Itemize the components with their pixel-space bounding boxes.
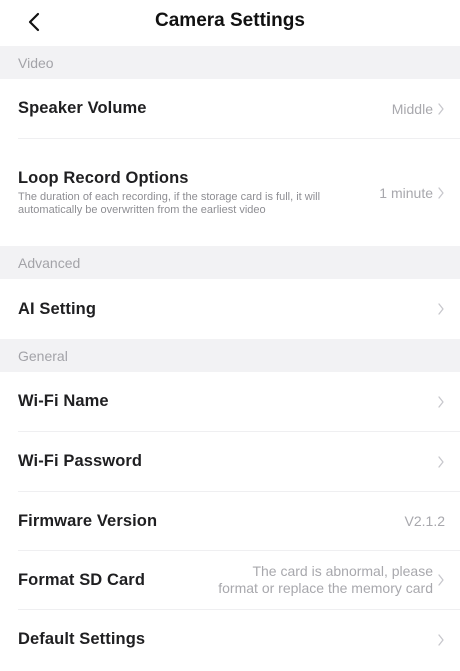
loop-record-label: Loop Record Options (18, 168, 189, 187)
chevron-right-icon (436, 573, 446, 587)
speaker-volume-label: Speaker Volume (18, 99, 147, 117)
firmware-version-row: Firmware Version V2.1.2 (18, 492, 460, 551)
section-header-general: General (0, 339, 460, 372)
chevron-right-icon (436, 455, 446, 469)
format-sd-card-row[interactable]: Format SD Card The card is abnormal, ple… (18, 551, 460, 610)
format-sd-card-status: The card is abnormal, please format or r… (218, 563, 433, 597)
loop-record-row[interactable]: Loop Record Options The duration of each… (18, 139, 460, 246)
speaker-volume-row[interactable]: Speaker Volume Middle (18, 79, 460, 139)
wifi-name-label: Wi-Fi Name (18, 392, 109, 410)
wifi-password-label: Wi-Fi Password (18, 452, 143, 470)
format-sd-card-status-line2: format or replace the memory card (218, 580, 433, 596)
firmware-version-label: Firmware Version (18, 511, 158, 530)
firmware-version-value: V2.1.2 (404, 513, 445, 529)
chevron-right-icon (436, 186, 446, 200)
chevron-right-icon (436, 302, 446, 316)
default-settings-label: Default Settings (18, 630, 146, 648)
format-sd-card-label: Format SD Card (18, 570, 146, 589)
chevron-right-icon (436, 395, 446, 409)
page-title: Camera Settings (155, 10, 305, 31)
wifi-name-row[interactable]: Wi-Fi Name (18, 372, 460, 432)
chevron-right-icon (436, 633, 446, 647)
loop-record-value: 1 minute (379, 184, 433, 201)
ai-setting-row[interactable]: AI Setting (18, 279, 460, 339)
wifi-password-row[interactable]: Wi-Fi Password (18, 432, 460, 492)
format-sd-card-status-line1: The card is abnormal, please (252, 563, 433, 579)
section-header-advanced: Advanced (0, 246, 460, 279)
speaker-volume-value: Middle (391, 100, 433, 117)
chevron-left-icon (28, 12, 40, 32)
chevron-right-icon (436, 102, 446, 116)
top-bar: Camera Settings (0, 0, 460, 46)
section-header-video: Video (0, 46, 460, 79)
back-button[interactable] (22, 7, 46, 37)
ai-setting-label: AI Setting (18, 299, 96, 318)
loop-record-description: The duration of each recording, if the s… (18, 190, 321, 216)
default-settings-row[interactable]: Default Settings (18, 610, 460, 669)
